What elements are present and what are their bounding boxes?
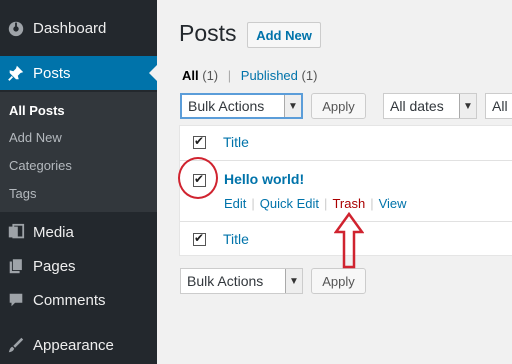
media-icon	[6, 222, 26, 242]
column-header-title[interactable]: Title	[223, 134, 249, 150]
comments-icon	[6, 290, 26, 310]
page-title: Posts	[179, 20, 237, 46]
status-filter-links: All (1) | Published (1)	[182, 68, 317, 83]
menu-appearance[interactable]: Appearance	[0, 328, 157, 362]
menu-label: Comments	[33, 291, 106, 309]
post-title-link[interactable]: Hello world!	[224, 171, 304, 187]
apply-button-top[interactable]: Apply	[311, 93, 366, 119]
category-filter-select[interactable]: All	[485, 93, 512, 119]
menu-dashboard[interactable]: Dashboard	[0, 11, 157, 45]
action-separator: |	[251, 196, 255, 211]
menu-comments[interactable]: Comments	[0, 283, 157, 317]
annotation-up-arrow-icon	[334, 212, 364, 269]
menu-label: Dashboard	[33, 19, 107, 37]
bulk-actions-select-top[interactable]: Bulk Actions ▼	[180, 93, 303, 119]
admin-sidebar: Dashboard Posts All Posts Add New Catego…	[0, 0, 157, 364]
chevron-down-icon: ▼	[285, 269, 302, 293]
submenu-all-posts[interactable]: All Posts	[9, 103, 65, 118]
action-separator: |	[324, 196, 328, 211]
bulk-actions-value: Bulk Actions	[188, 98, 265, 114]
dates-filter-value: All dates	[390, 98, 444, 114]
add-new-button[interactable]: Add New	[247, 22, 321, 48]
filter-all-count: (1)	[202, 68, 219, 83]
header-divider	[180, 160, 512, 161]
action-separator: |	[370, 196, 374, 211]
chevron-down-icon: ▼	[284, 95, 301, 117]
menu-label: Media	[33, 223, 74, 241]
select-all-checkbox-header[interactable]	[193, 134, 206, 149]
pushpin-icon	[6, 63, 26, 83]
filter-published-count: (1)	[301, 68, 318, 83]
paintbrush-icon	[6, 335, 26, 355]
menu-label: Posts	[33, 64, 71, 82]
submenu-categories[interactable]: Categories	[9, 158, 72, 173]
filter-separator: |	[227, 68, 232, 83]
menu-media[interactable]: Media	[0, 215, 157, 249]
submenu-tags[interactable]: Tags	[9, 186, 36, 201]
row-actions: Edit | Quick Edit | Trash | View	[224, 196, 407, 211]
filter-all[interactable]: All	[182, 68, 199, 83]
menu-label: Pages	[33, 257, 76, 275]
category-filter-value: All	[492, 98, 508, 114]
action-quick-edit[interactable]: Quick Edit	[260, 196, 319, 211]
chevron-down-icon: ▼	[459, 94, 476, 118]
posts-submenu: All Posts Add New Categories Tags	[0, 92, 157, 212]
pages-icon	[6, 256, 26, 276]
select-all-checkbox-footer[interactable]	[193, 231, 206, 246]
column-footer-title[interactable]: Title	[223, 231, 249, 247]
dashboard-icon	[6, 18, 26, 38]
annotation-circle	[178, 157, 218, 199]
bulk-actions-value: Bulk Actions	[187, 273, 264, 289]
bulk-actions-select-bottom[interactable]: Bulk Actions ▼	[180, 268, 303, 294]
filter-published[interactable]: Published	[241, 68, 298, 83]
menu-label: Appearance	[33, 336, 114, 354]
menu-posts[interactable]: Posts	[0, 56, 157, 90]
action-trash[interactable]: Trash	[332, 196, 365, 211]
menu-pages[interactable]: Pages	[0, 249, 157, 283]
dates-filter-select[interactable]: All dates ▼	[383, 93, 477, 119]
submenu-add-new[interactable]: Add New	[9, 130, 62, 145]
apply-button-bottom[interactable]: Apply	[311, 268, 366, 294]
action-view[interactable]: View	[379, 196, 407, 211]
action-edit[interactable]: Edit	[224, 196, 246, 211]
